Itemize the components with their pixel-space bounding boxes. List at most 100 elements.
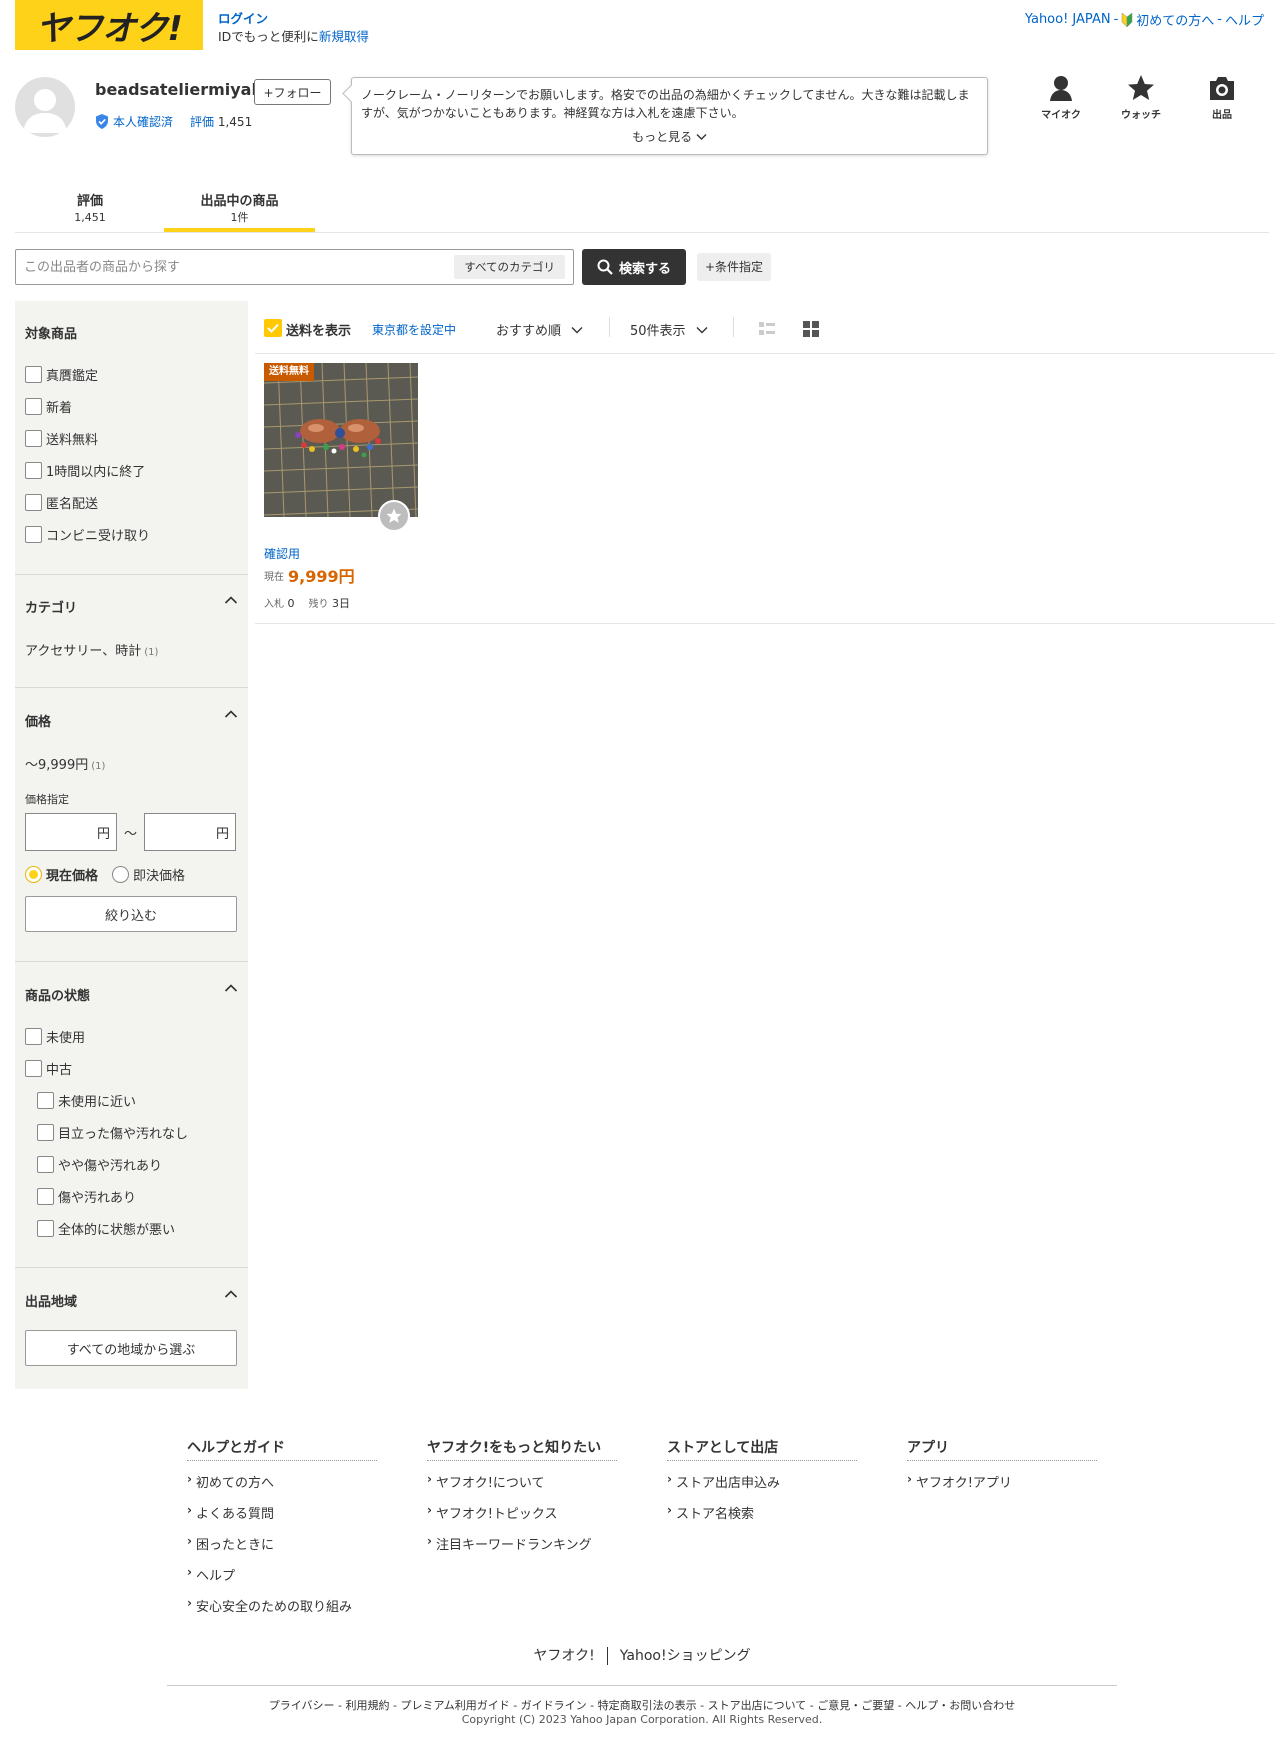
chevron-up-icon[interactable]	[224, 595, 238, 605]
checkbox-label: 目立った傷や汚れなし	[58, 1126, 189, 1142]
filter-free-shipping[interactable]: 送料無料	[25, 422, 238, 454]
filter-unused[interactable]: 未使用	[25, 1020, 238, 1052]
location-setting-link[interactable]: 東京都を設定中	[372, 321, 456, 338]
watch-list-button[interactable]: ウォッチ	[1111, 74, 1171, 121]
more-link[interactable]: もっと見る	[352, 128, 987, 146]
remaining-label: 残り	[308, 599, 329, 610]
help-link[interactable]: ヘルプ	[1225, 10, 1264, 29]
sort-select[interactable]: おすすめ順	[496, 320, 583, 339]
footer-link[interactable]: ヤフオク!アプリ	[907, 1472, 1097, 1503]
checkbox[interactable]	[25, 429, 42, 447]
checkbox[interactable]	[25, 365, 42, 383]
filter-condition-title[interactable]: 商品の状態	[25, 983, 238, 1004]
checkbox[interactable]	[37, 1155, 54, 1173]
per-page-select[interactable]: 50件表示	[630, 320, 708, 339]
footer-link[interactable]: 安心安全のための取り組み	[187, 1596, 377, 1627]
show-shipping-checkbox[interactable]	[264, 319, 282, 337]
checkbox-label: やや傷や汚れあり	[58, 1158, 163, 1174]
register-link[interactable]: 新規取得	[319, 29, 369, 44]
search-input[interactable]	[16, 250, 446, 284]
filter-damaged[interactable]: 傷や汚れあり	[25, 1180, 238, 1212]
yahuoku-logo[interactable]: ヤフオク!	[15, 0, 203, 50]
filter-convenience-pickup[interactable]: コンビニ受け取り	[25, 518, 238, 550]
filter-price: 価格 〜9,999円 (1) 価格指定 円 〜 円 現在価格 即決価格 絞り込む	[15, 709, 248, 932]
checkbox[interactable]	[25, 461, 42, 479]
filter-authenticity[interactable]: 真贋鑑定	[25, 358, 238, 390]
filter-ending-1h[interactable]: 1時間以内に終了	[25, 454, 238, 486]
checkbox[interactable]	[37, 1219, 54, 1237]
seller-comment-box: ノークレーム・ノーリターンでお願いします。格安での出品の為細かくチェックしてませ…	[351, 77, 988, 155]
checkbox[interactable]	[25, 1059, 42, 1077]
conditions-button[interactable]: +条件指定	[697, 253, 772, 281]
filter-price-title[interactable]: 価格	[25, 709, 238, 730]
filter-category-title[interactable]: カテゴリ	[25, 595, 238, 616]
select-region-button[interactable]: すべての地域から選ぶ	[25, 1330, 237, 1366]
verified-badge[interactable]: 本人確認済	[95, 113, 173, 130]
show-shipping-label[interactable]: 送料を表示	[286, 320, 351, 339]
tab-rating[interactable]: 評価 1,451	[40, 194, 140, 232]
chevron-down-icon	[696, 326, 708, 333]
category-item[interactable]: アクセサリー、時計 (1)	[25, 640, 238, 659]
filter-like-new[interactable]: 未使用に近い	[25, 1084, 238, 1116]
price-specify-label: 価格指定	[25, 793, 69, 806]
yahoo-japan-link[interactable]: Yahoo! JAPAN	[1025, 12, 1111, 27]
checkbox[interactable]	[25, 525, 42, 543]
rating-summary[interactable]: 評価 1,451	[190, 113, 252, 130]
first-time-link[interactable]: 初めての方へ	[1136, 10, 1214, 29]
divider	[15, 574, 248, 575]
filter-target: 対象商品 真贋鑑定 新着 送料無料 1時間以内に終了 匿名配送 コンビニ受け取り	[15, 323, 248, 550]
footer-legal-links[interactable]: プライバシー - 利用規約 - プレミアム利用ガイド - ガイドライン - 特定…	[0, 1697, 1284, 1713]
checkbox-label: 新着	[46, 400, 73, 416]
filter-new[interactable]: 新着	[25, 390, 238, 422]
grid-view-icon[interactable]	[802, 320, 820, 338]
filter-anonymous-shipping[interactable]: 匿名配送	[25, 486, 238, 518]
brand-shopping-link[interactable]: Yahoo!ショッピング	[620, 1648, 751, 1664]
radio-current-price[interactable]: 現在価格	[25, 865, 98, 884]
tab-sub: 1,451	[74, 211, 106, 224]
checkbox[interactable]	[25, 493, 42, 511]
myauc-button[interactable]: マイオク	[1031, 74, 1091, 121]
tab-listed-items[interactable]: 出品中の商品 1件	[164, 194, 315, 232]
filter-some-damage[interactable]: やや傷や汚れあり	[25, 1148, 238, 1180]
price-range-item[interactable]: 〜9,999円 (1)	[25, 754, 238, 773]
checkbox[interactable]	[25, 397, 42, 415]
brand-yahuoku-link[interactable]: ヤフオク!	[533, 1648, 594, 1664]
footer-link[interactable]: ヘルプ	[187, 1565, 377, 1596]
footer-link[interactable]: ヤフオク!トピックス	[427, 1503, 617, 1534]
search-button[interactable]: 検索する	[582, 249, 686, 285]
checkbox[interactable]	[25, 1027, 42, 1045]
login-area: ログイン IDでもっと便利に新規取得	[218, 10, 369, 46]
footer-link[interactable]: ストア出店申込み	[667, 1472, 857, 1503]
footer-link[interactable]: ヤフオク!について	[427, 1472, 617, 1503]
price-max-input[interactable]: 円	[144, 813, 237, 851]
filter-used[interactable]: 中古	[25, 1052, 238, 1084]
radio[interactable]	[112, 866, 130, 883]
chevron-up-icon[interactable]	[224, 1289, 238, 1299]
login-link[interactable]: ログイン	[218, 10, 369, 28]
watch-toggle-button[interactable]	[378, 500, 410, 532]
price-min-input[interactable]: 円	[25, 813, 117, 851]
apply-filter-button[interactable]: 絞り込む	[25, 896, 237, 932]
category-select[interactable]: すべてのカテゴリ	[454, 255, 565, 279]
follow-button[interactable]: +フォロー	[254, 79, 331, 105]
sell-button[interactable]: 出品	[1192, 74, 1252, 121]
checkbox[interactable]	[37, 1187, 54, 1205]
filter-no-visible-damage[interactable]: 目立った傷や汚れなし	[25, 1116, 238, 1148]
footer-link[interactable]: 初めての方へ	[187, 1472, 377, 1503]
footer-link[interactable]: よくある質問	[187, 1503, 377, 1534]
checkbox[interactable]	[37, 1091, 54, 1109]
footer-link[interactable]: 注目キーワードランキング	[427, 1534, 617, 1565]
radio[interactable]	[25, 866, 42, 883]
chevron-up-icon[interactable]	[224, 983, 238, 993]
filter-region-title[interactable]: 出品地域	[25, 1289, 238, 1310]
item-title-link[interactable]: 確認用	[264, 545, 300, 562]
top-links: Yahoo! JAPAN - 初めての方へ - ヘルプ	[1025, 10, 1264, 29]
chevron-up-icon[interactable]	[224, 709, 238, 719]
item-image[interactable]	[264, 363, 418, 517]
footer-link[interactable]: ストア名検索	[667, 1503, 857, 1534]
checkbox[interactable]	[37, 1123, 54, 1141]
filter-poor-condition[interactable]: 全体的に状態が悪い	[25, 1212, 238, 1244]
radio-buynow-price[interactable]: 即決価格	[112, 865, 185, 884]
footer-link[interactable]: 困ったときに	[187, 1534, 377, 1565]
list-view-icon[interactable]	[758, 320, 776, 338]
